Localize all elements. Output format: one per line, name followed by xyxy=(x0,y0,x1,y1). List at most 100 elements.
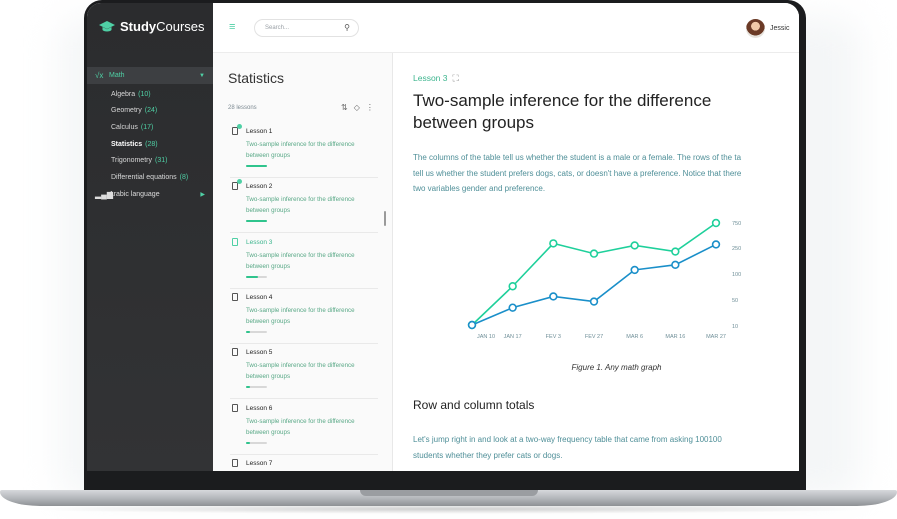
sidebar-item-math[interactable]: √x Math ▼ xyxy=(87,67,213,84)
scrollbar[interactable] xyxy=(384,211,386,226)
document-icon xyxy=(232,237,238,246)
sqrt-icon: √x xyxy=(95,71,104,80)
lessons-panel: Statistics 28 lessons ⇅◇⋮ Lesson 1 Two-sa… xyxy=(213,53,393,471)
sidebar-subitem-calculus[interactable]: Calculus (17) xyxy=(87,119,213,136)
search-icon[interactable]: ⚲ xyxy=(344,23,350,32)
lesson-item[interactable]: Lesson 7 xyxy=(230,455,378,471)
subitem-count: (17) xyxy=(140,123,154,131)
brand-name-light: Courses xyxy=(156,19,205,34)
paragraph-line: two variables gender and preference. xyxy=(413,184,546,193)
sidebar: StudyCourses √x Math ▼ Algebra (10) Geome… xyxy=(87,3,213,471)
data-point[interactable] xyxy=(508,282,517,291)
lesson-item[interactable]: Lesson 5 Two-sample inference for the dif… xyxy=(230,344,378,400)
data-point[interactable] xyxy=(671,247,680,256)
x-tick-label: MAR 16 xyxy=(665,334,685,340)
data-point[interactable] xyxy=(630,265,639,275)
expand-icon[interactable]: ⛶ xyxy=(453,73,459,83)
data-point[interactable] xyxy=(671,260,680,270)
lesson-progress-bar xyxy=(246,275,267,278)
lesson-title: Lesson 2 xyxy=(246,183,273,191)
y-tick-label: 10 xyxy=(732,324,738,330)
more-vertical-icon[interactable]: ⋮ xyxy=(366,103,380,112)
lesson-item[interactable]: Lesson 4 Two-sample inference for the dif… xyxy=(230,289,378,344)
panel-title: Statistics xyxy=(228,70,285,86)
lesson-item[interactable]: Lesson 3 Two-sample inference for the dif… xyxy=(230,234,378,289)
lesson-label: Lesson 3 ⛶ xyxy=(413,73,459,84)
data-point[interactable] xyxy=(549,239,558,248)
panel-toolbar: ⇅◇⋮ xyxy=(341,103,380,112)
lesson-title: Lesson 4 xyxy=(246,293,273,301)
data-point[interactable] xyxy=(467,320,477,330)
caret-down-icon: ▼ xyxy=(199,72,205,79)
sidebar-subitem-algebra[interactable]: Algebra (10) xyxy=(87,86,213,103)
lesson-item[interactable]: Lesson 2 Two-sample inference for the dif… xyxy=(230,178,378,234)
completed-check-icon xyxy=(237,179,242,185)
data-point[interactable] xyxy=(711,218,721,228)
sidebar-subitem-statistics[interactable]: Statistics (28) xyxy=(87,136,213,153)
body-paragraph: Let's jump right in and look at a two-wa… xyxy=(413,432,799,463)
lesson-description: Two-sample inference for the difference … xyxy=(246,362,355,381)
x-tick-label: MAR 27 xyxy=(706,334,726,340)
data-point[interactable] xyxy=(549,292,558,301)
data-point[interactable] xyxy=(589,249,599,258)
data-point[interactable] xyxy=(711,240,721,249)
app-screen: StudyCourses √x Math ▼ Algebra (10) Geome… xyxy=(87,3,799,471)
avatar[interactable] xyxy=(746,19,765,38)
subitem-count: (31) xyxy=(154,157,168,165)
sidebar-item-label: Arabic language xyxy=(109,190,160,198)
search-input[interactable]: Search... ⚲ xyxy=(254,19,359,37)
subitem-label: Calculus xyxy=(111,123,138,131)
lesson-description: Two-sample inference for the difference … xyxy=(246,196,355,215)
subitem-label: Algebra xyxy=(111,90,136,98)
paragraph-line: The columns of the table tell us whether… xyxy=(413,153,742,162)
document-icon xyxy=(232,458,238,467)
line-chart: JAN 10 JAN 17 FEV 3 FEV 27 MAR 6 MAR 16 MAR 27… xyxy=(467,218,741,340)
intro-paragraph: The columns of the table tell us whether… xyxy=(413,150,799,197)
lesson-label-text: Lesson 3 xyxy=(413,73,448,83)
subitem-count: (10) xyxy=(138,90,151,98)
sidebar-subitem-trigonometry[interactable]: Trigonometry (31) xyxy=(87,152,213,169)
lesson-title: Lesson 3 xyxy=(246,238,273,246)
laptop-mockup: StudyCourses √x Math ▼ Algebra (10) Geome… xyxy=(0,0,897,519)
brand-name-bold: Study xyxy=(120,19,157,34)
section-heading: Row and column totals xyxy=(413,398,535,412)
lesson-description: Two-sample inference for the difference … xyxy=(246,141,355,159)
data-point[interactable] xyxy=(508,303,517,312)
lesson-count: 28 lessons xyxy=(228,105,257,111)
sidebar-subitem-geometry[interactable]: Geometry (24) xyxy=(87,103,213,120)
tag-icon[interactable]: ◇ xyxy=(354,103,366,112)
lesson-item[interactable]: Lesson 6 Two-sample inference for the dif… xyxy=(230,400,378,455)
sort-icon[interactable]: ⇅ xyxy=(341,103,354,112)
lesson-progress-bar xyxy=(246,220,267,223)
lesson-progress-bar xyxy=(246,165,267,167)
y-tick-label: 250 xyxy=(732,246,741,252)
brand-logo[interactable]: StudyCourses xyxy=(99,19,205,34)
paragraph-line: tell us whether the student prefers dogs… xyxy=(413,168,742,178)
document-icon xyxy=(232,348,238,357)
user-name[interactable]: Jessic xyxy=(770,25,789,32)
figure-caption: Figure 1. Any math graph xyxy=(571,363,662,372)
paragraph-line: Let's jump right in and look at a two-wa… xyxy=(413,435,722,444)
subitem-label: Statistics xyxy=(111,140,143,148)
sidebar-item-arabic-language[interactable]: ▂▄▆ Arabic language ▶ xyxy=(87,186,213,203)
subitem-label: Trigonometry xyxy=(111,157,152,165)
lesson-title: Lesson 5 xyxy=(246,349,273,357)
x-tick-label: JAN 10 xyxy=(477,334,495,340)
subitem-label: Geometry xyxy=(111,107,142,115)
data-point[interactable] xyxy=(589,297,599,306)
document-icon xyxy=(232,292,238,301)
data-point[interactable] xyxy=(630,241,639,250)
subitem-count: (28) xyxy=(145,140,158,148)
x-tick-label: MAR 6 xyxy=(626,334,643,340)
laptop-notch xyxy=(360,490,538,496)
completed-check-icon xyxy=(237,124,242,129)
y-tick-label: 750 xyxy=(732,221,741,227)
subitem-count: (24) xyxy=(144,107,158,115)
x-tick-label: FEV 3 xyxy=(546,334,561,340)
y-tick-label: 50 xyxy=(732,298,738,304)
sidebar-subitem-differential-equations[interactable]: Differential equations (8) xyxy=(87,169,213,186)
lesson-title: Lesson 1 xyxy=(246,128,273,135)
hamburger-menu-icon[interactable]: ≡ xyxy=(229,22,239,33)
lesson-item[interactable]: Lesson 1 Two-sample inference for the dif… xyxy=(230,123,378,178)
subitem-label: Differential equations xyxy=(111,173,177,181)
